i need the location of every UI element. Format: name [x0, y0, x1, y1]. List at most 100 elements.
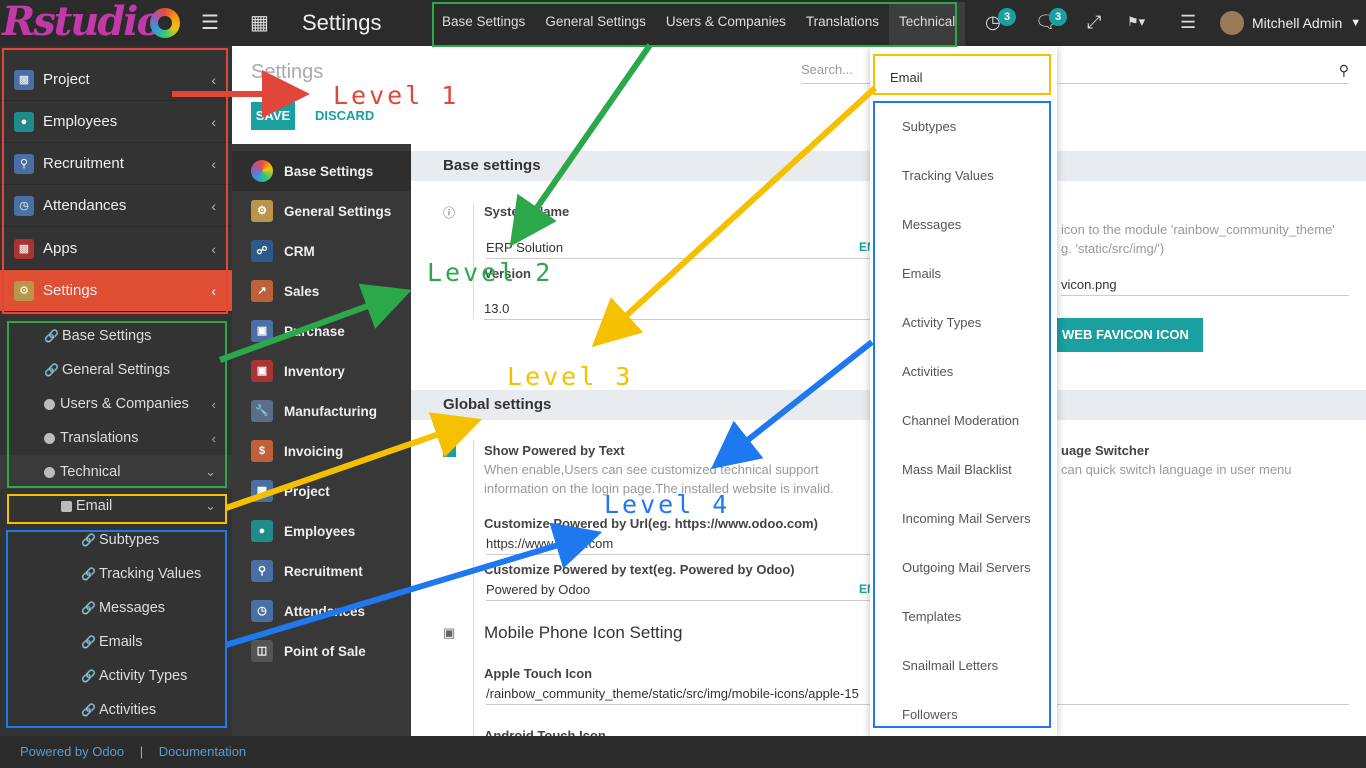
sidebar-sub-technical[interactable]: Technical ⌄ [0, 455, 232, 489]
top-menu-base-settings[interactable]: Base Settings [432, 2, 535, 46]
dropdown-item-outgoing-mail-servers[interactable]: Outgoing Mail Servers [902, 560, 1031, 575]
apps-grid-icon[interactable]: ▦ [250, 12, 269, 34]
logo-text: Rstudio [2, 0, 163, 45]
sidebar-item-recruitment[interactable]: ⚲ Recruitment ‹ [0, 143, 232, 185]
sidebar-item-project[interactable]: ▩ Project ‹ [0, 59, 232, 101]
sidebar-sub-label: Tracking Values [98, 566, 202, 582]
dropdown-item-subtypes[interactable]: Subtypes [902, 119, 956, 134]
powered-url-field[interactable]: https://www.odoo.com [486, 536, 871, 555]
powered-text-field[interactable]: Powered by Odoo [486, 582, 871, 601]
favicon-button[interactable]: WEB FAVICON ICON [1048, 318, 1203, 352]
chevron-left-icon: ‹ [211, 240, 216, 257]
sidebar-item-attendances[interactable]: ◷ Attendances ‹ [0, 185, 232, 227]
sliders-icon[interactable]: ☰ [1180, 12, 1196, 33]
show-powered-label: Show Powered by Text [484, 443, 625, 458]
settings-app-manufacturing[interactable]: 🔧 Manufacturing [232, 391, 411, 431]
chevron-left-icon: ‹ [211, 155, 216, 172]
settings-app-label: Purchase [284, 323, 345, 339]
dropdown-item-emails[interactable]: Emails [902, 266, 941, 281]
settings-app-label: Point of Sale [284, 643, 366, 659]
settings-app-label: General Settings [284, 203, 392, 219]
powered-by-link[interactable]: Powered by Odoo [20, 744, 124, 759]
user-clock-icon: ◷ [251, 600, 273, 622]
version-field[interactable]: 13.0 [484, 301, 871, 320]
level1-annotation: Level 1 [333, 81, 460, 110]
favicon-help-text-2: g. 'static/src/img/') [1061, 241, 1165, 256]
top-menu-general-settings[interactable]: General Settings [535, 2, 656, 46]
save-button[interactable]: SAVE [251, 102, 295, 130]
sidebar-email-activities[interactable]: 🔗 Activities [0, 693, 232, 727]
image-icon: ▣ [443, 625, 456, 640]
language-flag-icon[interactable]: ⚑▾ [1127, 14, 1145, 30]
sidebar-sub-general-settings[interactable]: 🔗 General Settings [0, 353, 232, 387]
show-powered-checkbox[interactable]: ✓ [443, 444, 456, 457]
top-menu-technical[interactable]: Technical [888, 2, 966, 46]
settings-app-invoicing[interactable]: $ Invoicing [232, 431, 411, 471]
sidebar-email-activity-types[interactable]: 🔗 Activity Types [0, 659, 232, 693]
chevron-left-icon: ‹ [211, 197, 216, 214]
sidebar-email-tracking-values[interactable]: 🔗 Tracking Values [0, 557, 232, 591]
discard-button[interactable]: DISCARD [315, 108, 374, 123]
favicon-help-text: icon to the module 'rainbow_community_th… [1061, 222, 1335, 237]
link-icon: 🔗 [81, 703, 96, 717]
puzzle-icon: ▩ [251, 480, 273, 502]
top-menu-users-companies[interactable]: Users & Companies [656, 2, 796, 46]
settings-app-point-of-sale[interactable]: ◫ Point of Sale [232, 631, 411, 671]
dropdown-item-snailmail-letters[interactable]: Snailmail Letters [902, 658, 998, 673]
documentation-link[interactable]: Documentation [159, 744, 246, 759]
top-menu-translations[interactable]: Translations [796, 2, 889, 46]
fullscreen-icon[interactable]: ⤢ [1087, 12, 1101, 33]
dropdown-item-channel-moderation[interactable]: Channel Moderation [902, 413, 1019, 428]
favicon-field[interactable]: vicon.png [1061, 277, 1349, 296]
dropdown-item-incoming-mail-servers[interactable]: Incoming Mail Servers [902, 511, 1031, 526]
settings-app-employees[interactable]: ● Employees [232, 511, 411, 551]
search-icon[interactable]: ⚲ [1339, 62, 1349, 79]
footer-separator: | [139, 744, 144, 759]
sidebar-item-label: Employees [43, 113, 118, 130]
settings-app-base-settings[interactable]: Base Settings [232, 151, 411, 191]
dropdown-item-mass-mail-blacklist[interactable]: Mass Mail Blacklist [902, 462, 1012, 477]
logo[interactable]: Rstudio [0, 0, 186, 46]
settings-app-general-settings[interactable]: ⚙ General Settings [232, 191, 411, 231]
user-menu[interactable]: Mitchell Admin ▼ [1220, 10, 1361, 36]
sidebar-item-apps[interactable]: ▩ Apps ‹ [0, 228, 232, 270]
sidebar-item-employees[interactable]: ● Employees ‹ [0, 101, 232, 143]
info-icon: ⓘ [443, 206, 456, 220]
level3-annotation: Level 3 [507, 362, 634, 391]
store-icon: ◫ [251, 640, 273, 662]
settings-app-attendances[interactable]: ◷ Attendances [232, 591, 411, 631]
sidebar-sub-translations[interactable]: Translations ‹ [0, 421, 232, 455]
sidebar-email-emails[interactable]: 🔗 Emails [0, 625, 232, 659]
link-icon: 🔗 [81, 567, 96, 581]
settings-app-sales[interactable]: ↗ Sales [232, 271, 411, 311]
dropdown-item-templates[interactable]: Templates [902, 609, 961, 624]
dropdown-item-messages[interactable]: Messages [902, 217, 961, 232]
sidebar-sub-label: General Settings [61, 362, 170, 378]
dropdown-header-email: Email [890, 70, 923, 85]
dropdown-item-tracking-values[interactable]: Tracking Values [902, 168, 994, 183]
link-icon: 🔗 [81, 669, 96, 683]
settings-app-crm[interactable]: ☍ CRM [232, 231, 411, 271]
dropdown-item-followers[interactable]: Followers [902, 707, 958, 722]
sidebar-sub-base-settings[interactable]: 🔗 Base Settings [0, 319, 232, 353]
sidebar-item-label: Apps [43, 240, 78, 257]
sidebar-email-subtypes[interactable]: 🔗 Subtypes [0, 523, 232, 557]
dropdown-item-activity-types[interactable]: Activity Types [902, 315, 981, 330]
app-title: Settings [302, 10, 382, 35]
top-navbar: Rstudio ☰ ▦ Settings Base Settings Gener… [0, 0, 1366, 46]
settings-app-recruitment[interactable]: ⚲ Recruitment [232, 551, 411, 591]
mobile-icon-heading: Mobile Phone Icon Setting [484, 623, 683, 642]
sidebar-email-messages[interactable]: 🔗 Messages [0, 591, 232, 625]
hamburger-icon[interactable]: ☰ [201, 12, 219, 34]
dropdown-item-activities[interactable]: Activities [902, 364, 953, 379]
technical-dropdown-menu: Email Subtypes Tracking Values Messages … [870, 46, 1057, 736]
settings-app-inventory[interactable]: ▣ Inventory [232, 351, 411, 391]
settings-app-project[interactable]: ▩ Project [232, 471, 411, 511]
rainbow-icon [251, 160, 273, 182]
sidebar-sub-email[interactable]: Email ⌄ [0, 489, 232, 523]
system-name-field[interactable]: ERP Solution [486, 240, 871, 259]
settings-app-purchase[interactable]: ▣ Purchase [232, 311, 411, 351]
sidebar-item-settings[interactable]: ⚙ Settings ‹ [0, 270, 232, 312]
sidebar-sub-users-companies[interactable]: Users & Companies ‹ [0, 387, 232, 421]
settings-app-label: Recruitment [284, 563, 363, 579]
